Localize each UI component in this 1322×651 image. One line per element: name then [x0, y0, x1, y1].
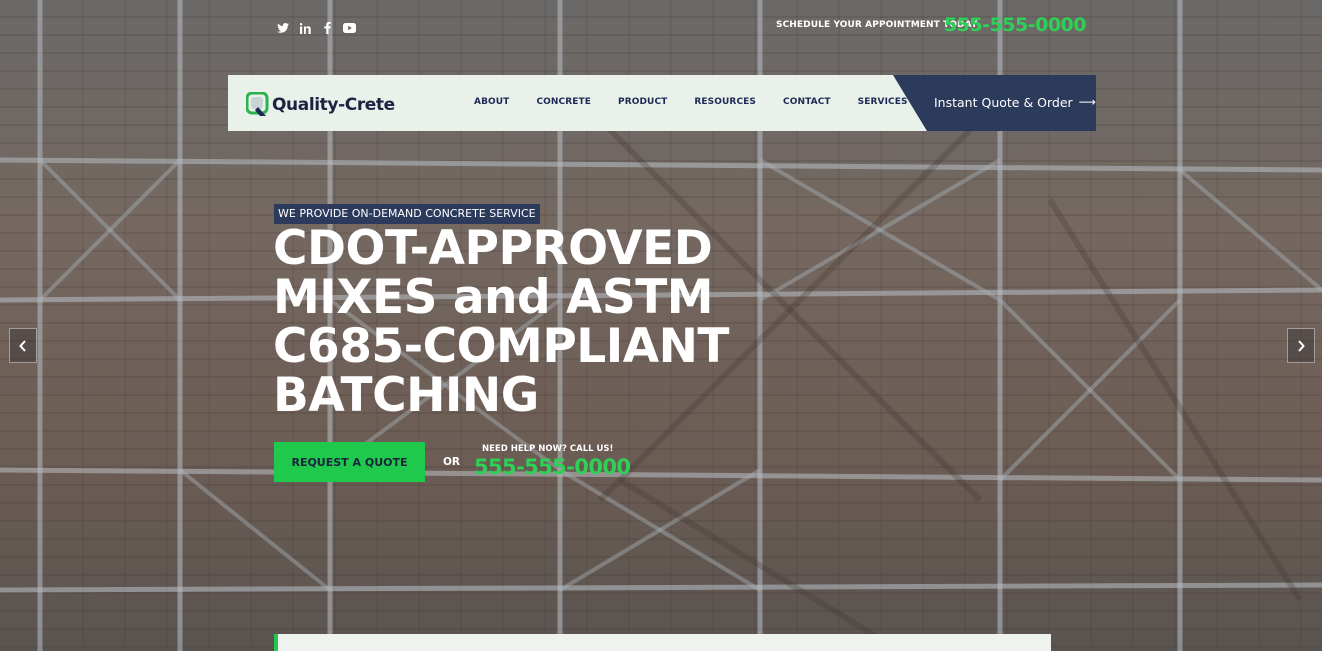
headline-line: BATCHING: [273, 368, 539, 423]
headline-line: MIXES and ASTM: [273, 270, 714, 325]
need-help-text: NEED HELP NOW? CALL US!: [482, 444, 614, 454]
chevron-left-icon: [19, 339, 26, 352]
slider-prev-button[interactable]: [9, 328, 37, 363]
top-phone-link[interactable]: 555-555-0000: [944, 14, 1086, 36]
nav-services[interactable]: SERVICES: [858, 97, 908, 107]
chevron-right-icon: [1298, 339, 1305, 352]
nav-resources[interactable]: RESOURCES: [694, 97, 756, 107]
headline-line: CDOT-APPROVED: [273, 221, 713, 276]
headline-line: C685-COMPLIANT: [273, 319, 729, 374]
or-separator: OR: [443, 456, 461, 468]
nav-product[interactable]: PRODUCT: [618, 97, 667, 107]
nav-concrete[interactable]: CONCRETE: [536, 97, 591, 107]
nav-contact[interactable]: CONTACT: [783, 97, 831, 107]
logo-q-icon: [246, 92, 269, 116]
site-logo[interactable]: Quality-Crete: [246, 92, 395, 118]
social-links: [274, 20, 362, 36]
slider-next-button[interactable]: [1287, 328, 1315, 363]
arrow-right-icon: ⟶: [1078, 95, 1096, 109]
nav-about[interactable]: ABOUT: [474, 97, 509, 107]
youtube-icon[interactable]: [340, 20, 358, 36]
linkedin-icon[interactable]: [296, 20, 314, 36]
logo-text: Quality-Crete: [272, 95, 395, 115]
request-quote-button[interactable]: REQUEST A QUOTE: [274, 442, 425, 482]
main-nav: ABOUT CONCRETE PRODUCT RESOURCES CONTACT…: [474, 97, 935, 107]
facebook-icon[interactable]: [318, 20, 336, 36]
main-header: Quality-Crete ABOUT CONCRETE PRODUCT RES…: [228, 75, 1096, 131]
twitter-icon[interactable]: [274, 20, 292, 36]
hero-phone-link[interactable]: 555-555-0000: [474, 455, 631, 479]
hero-headline: CDOT-APPROVED MIXES and ASTM C685-COMPLI…: [273, 221, 729, 423]
instant-quote-button[interactable]: Instant Quote & Order ⟶: [893, 75, 1096, 131]
instant-quote-label: Instant Quote & Order: [934, 95, 1073, 110]
info-panel: [274, 634, 1051, 651]
